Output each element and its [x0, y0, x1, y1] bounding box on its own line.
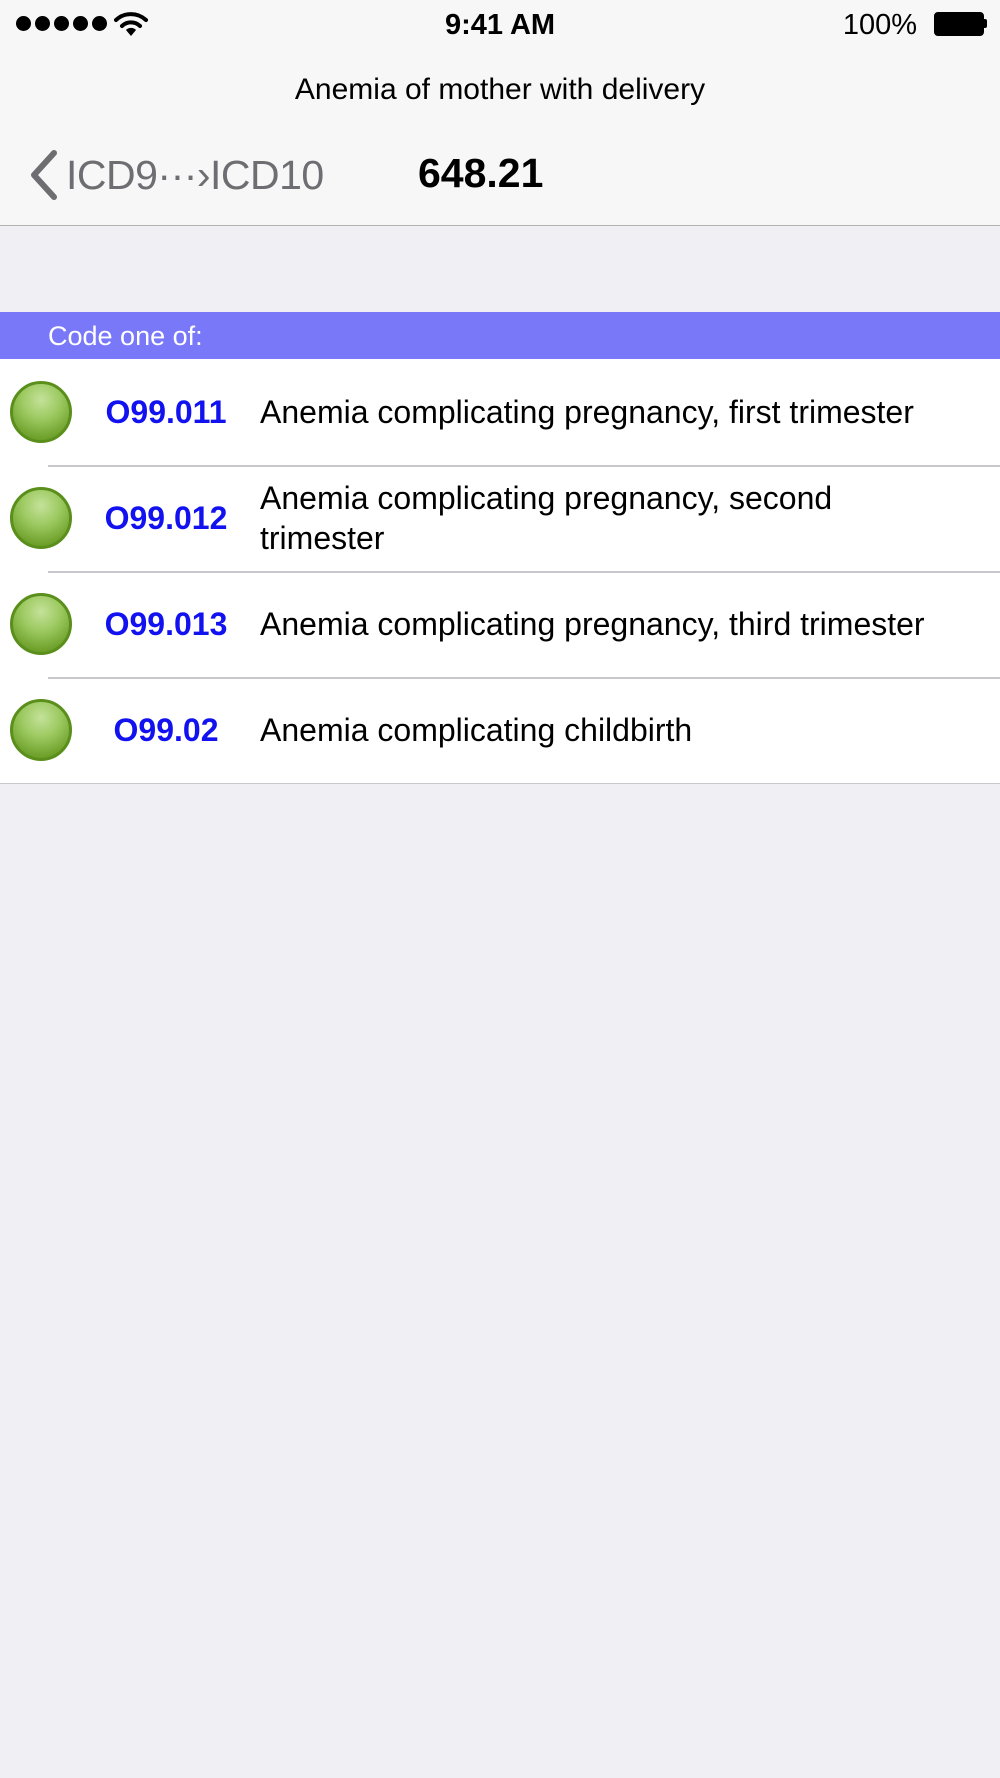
green-status-icon — [10, 593, 72, 655]
back-button-label: ICD9···›ICD10 — [66, 152, 324, 198]
table-row[interactable]: O99.013 Anemia complicating pregnancy, t… — [0, 571, 1000, 677]
chevron-left-icon — [31, 150, 57, 200]
icd10-code: O99.02 — [113, 711, 219, 748]
table-row[interactable]: O99.011 Anemia complicating pregnancy, f… — [0, 359, 1000, 465]
page-title: 648.21 — [418, 150, 544, 196]
icd10-code: O99.012 — [104, 499, 228, 536]
section-header-label: Code one of: — [48, 321, 203, 351]
code-description: Anemia complicating childbirth — [260, 712, 693, 748]
table-row[interactable]: O99.02 Anemia complicating childbirth — [0, 677, 1000, 783]
table-row[interactable]: O99.012 Anemia complicating pregnancy, s… — [0, 465, 1000, 571]
green-status-icon — [10, 381, 72, 443]
battery-icon — [934, 12, 987, 36]
code-list: O99.011 Anemia complicating pregnancy, f… — [0, 359, 1000, 784]
back-button[interactable]: ICD9···›ICD10 — [26, 145, 324, 205]
icd10-code: O99.013 — [104, 605, 228, 642]
green-status-icon — [10, 487, 72, 549]
nav-prompt: Anemia of mother with delivery — [294, 73, 706, 106]
code-description: Anemia complicating pregnancy, second tr… — [260, 480, 833, 556]
code-description: Anemia complicating pregnancy, first tri… — [260, 394, 914, 430]
battery-percentage: 100% — [842, 9, 917, 41]
icd10-code: O99.011 — [105, 393, 227, 430]
navigation-bar: Anemia of mother with delivery ICD9···›I… — [0, 50, 1000, 226]
code-description: Anemia complicating pregnancy, third tri… — [260, 606, 925, 642]
green-status-icon — [10, 699, 72, 761]
status-bar: 9:41 AM 100% — [0, 0, 1000, 50]
section-header: Code one of: — [0, 312, 1000, 359]
